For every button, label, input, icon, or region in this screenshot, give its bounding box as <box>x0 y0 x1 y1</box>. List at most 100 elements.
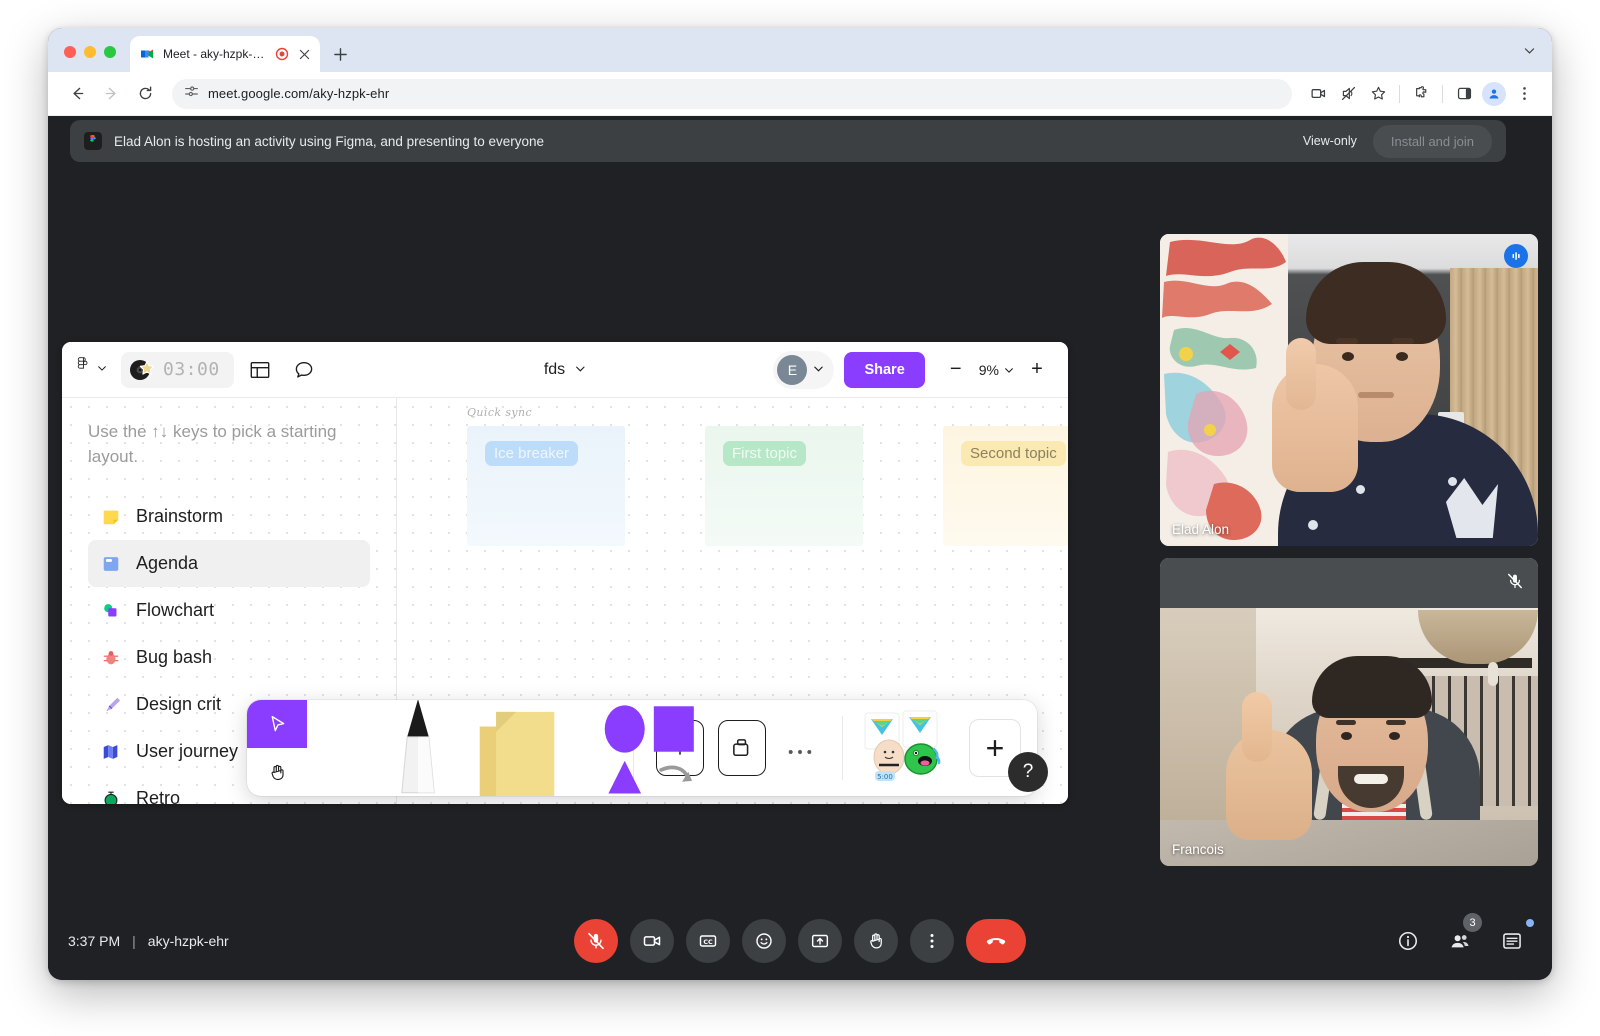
figma-file-name-button[interactable]: fds <box>544 361 586 379</box>
extensions-puzzle-icon[interactable] <box>1407 80 1435 108</box>
info-circle-icon[interactable] <box>1390 923 1426 959</box>
figma-user-menu[interactable]: E <box>773 350 835 389</box>
chat-icon[interactable] <box>1494 919 1534 959</box>
install-and-join-button[interactable]: Install and join <box>1372 124 1492 158</box>
chevron-down-icon <box>813 361 824 379</box>
browser-tab[interactable]: Meet - aky-hzpk-ehr <box>130 36 320 72</box>
record-indicator-icon[interactable] <box>275 47 289 61</box>
camera-button[interactable] <box>630 919 674 963</box>
toolbar-divider-2 <box>1442 84 1443 103</box>
figma-toolbar-right: E Share − 9% + <box>773 350 1054 389</box>
lamp-bulb <box>1488 662 1498 686</box>
microphone-off-button[interactable] <box>574 919 618 963</box>
marker-pen-icon[interactable] <box>391 700 445 796</box>
zoom-out-button[interactable]: − <box>939 353 973 387</box>
more-horizontal-icon[interactable] <box>780 733 820 764</box>
teeth <box>1354 774 1388 784</box>
captions-button[interactable]: CC <box>686 919 730 963</box>
share-button[interactable]: Share <box>844 351 925 388</box>
shapes-icon[interactable] <box>597 700 707 796</box>
agenda-column[interactable]: Ice breaker <box>467 426 625 546</box>
new-tab-button[interactable] <box>326 40 354 68</box>
zoom-in-button[interactable]: + <box>1020 353 1054 387</box>
site-settings-tune-icon[interactable] <box>184 84 199 104</box>
view-only-label: View-only <box>1302 134 1357 148</box>
comment-bubble-icon[interactable] <box>286 352 322 388</box>
tab-strip: Meet - aky-hzpk-ehr <box>48 28 1552 72</box>
agenda-board-icon <box>100 553 122 575</box>
leave-call-button[interactable] <box>966 919 1026 963</box>
zoom-level-button[interactable]: 9% <box>975 362 1018 378</box>
template-item-brainstorm[interactable]: Brainstorm <box>88 493 370 540</box>
back-arrow-icon[interactable] <box>62 79 92 109</box>
column-label: First topic <box>723 441 807 466</box>
activity-timer[interactable]: 03:00 <box>121 351 234 388</box>
agenda-column[interactable]: Second topic <box>943 426 1068 546</box>
people-icon[interactable]: 3 <box>1442 913 1482 959</box>
letterbox-strip <box>1160 558 1538 608</box>
column-label: Ice breaker <box>485 441 579 466</box>
audio-active-icon <box>1504 244 1528 268</box>
tab-list-chevron[interactable] <box>1523 44 1552 72</box>
template-label: Bug bash <box>136 647 213 668</box>
figma-toolbar: 03:00 fds E Share − 9% + <box>62 342 1068 398</box>
minimize-window-button[interactable] <box>84 46 96 58</box>
chrome-menu-icon[interactable] <box>1510 80 1538 108</box>
template-label: Agenda <box>136 553 199 574</box>
eyebrow-right <box>1392 338 1414 344</box>
window-traffic-lights <box>48 46 130 72</box>
current-time: 3:37 PM <box>68 933 121 949</box>
stickers-zone: 5:00 + <box>843 700 1037 796</box>
maximize-window-button[interactable] <box>104 46 116 58</box>
separator: | <box>132 933 136 949</box>
select-tool-group <box>247 700 307 796</box>
close-window-button[interactable] <box>64 46 76 58</box>
close-icon[interactable] <box>296 46 312 62</box>
hand-pan-icon[interactable] <box>247 748 307 796</box>
toolbar-icons <box>1304 80 1538 108</box>
screen-share-icon[interactable] <box>1304 80 1332 108</box>
reactions-button[interactable] <box>742 919 786 963</box>
bookmark-star-icon[interactable] <box>1364 80 1392 108</box>
participant-name: Elad Alon <box>1172 522 1230 537</box>
meeting-right-controls: 3 <box>1390 913 1534 959</box>
pen-nib-icon <box>100 694 122 716</box>
figma-activity-app: 03:00 fds E Share − 9% + Use the ↑↓ keys… <box>62 342 1068 804</box>
chevron-down-icon <box>575 361 586 379</box>
raise-hand-button[interactable] <box>854 919 898 963</box>
reload-icon[interactable] <box>130 79 160 109</box>
side-panel-icon[interactable] <box>1450 80 1478 108</box>
agenda-column[interactable]: First topic <box>705 426 863 546</box>
background-wall-art <box>1160 234 1288 546</box>
figma-menu-button[interactable] <box>76 356 117 383</box>
cursor-arrow-icon[interactable] <box>247 700 307 748</box>
present-screen-button[interactable] <box>798 919 842 963</box>
help-button[interactable]: ? <box>1008 752 1048 792</box>
mute-tab-icon[interactable] <box>1334 80 1362 108</box>
mic-off-icon <box>1504 570 1526 592</box>
layout-panel-icon[interactable] <box>242 352 278 388</box>
template-item-bug-bash[interactable]: Bug bash <box>88 634 370 681</box>
shirt-dot <box>1448 477 1457 486</box>
sticky-notes-icon[interactable] <box>467 701 567 796</box>
music-star-icon <box>127 355 157 385</box>
forward-arrow-icon[interactable] <box>96 79 126 109</box>
template-item-flowchart[interactable]: Flowchart <box>88 587 370 634</box>
video-feed <box>1160 558 1538 866</box>
participant-tile-elad-alon[interactable]: Elad Alon <box>1160 234 1538 546</box>
profile-avatar-icon[interactable] <box>1480 80 1508 108</box>
template-item-agenda[interactable]: Agenda <box>88 540 370 588</box>
more-options-button[interactable] <box>910 919 954 963</box>
meet-page: Elad Alon is hosting an activity using F… <box>48 116 1552 980</box>
mouth <box>1358 392 1394 398</box>
thumb <box>1286 338 1316 410</box>
chevron-down-icon <box>1004 362 1014 378</box>
map-icon <box>100 741 122 763</box>
section-tool-icon[interactable] <box>718 720 766 776</box>
address-bar[interactable]: meet.google.com/aky-hzpk-ehr <box>172 78 1292 109</box>
svg-text:5:00: 5:00 <box>877 773 893 781</box>
participant-tile-francois[interactable]: Francois <box>1160 558 1538 866</box>
figma-file-name: fds <box>543 360 566 378</box>
stopwatch-icon <box>100 788 122 804</box>
stickers-icon[interactable]: 5:00 <box>859 709 969 787</box>
